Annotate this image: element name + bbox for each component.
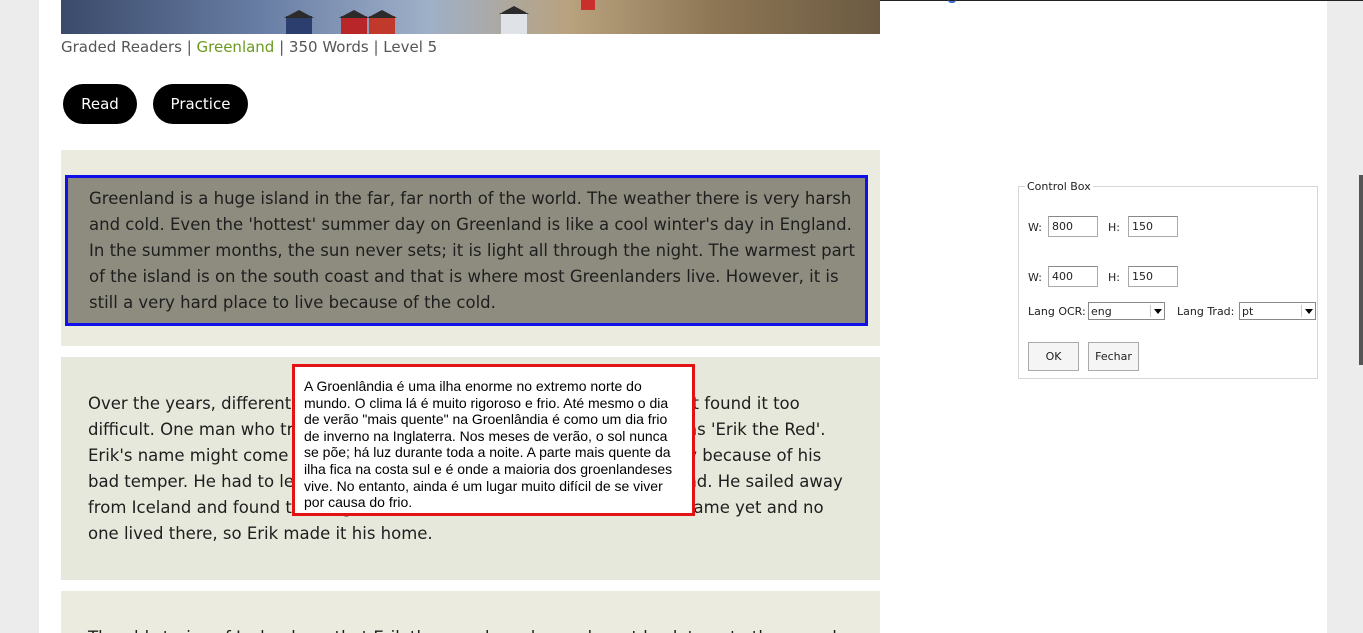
scrollbar-thumb[interactable]: [1359, 175, 1363, 365]
lang-trad-select[interactable]: pt: [1239, 302, 1316, 320]
lang-ocr-select[interactable]: eng: [1088, 302, 1165, 320]
lang-ocr-label: Lang OCR:: [1028, 305, 1086, 318]
read-button[interactable]: Read: [63, 84, 137, 124]
height-input-1[interactable]: 150: [1128, 216, 1178, 237]
house-shape: [284, 10, 314, 34]
chevron-down-icon: [1150, 305, 1162, 317]
width-input-1[interactable]: 800: [1048, 216, 1098, 237]
height-label: H:: [1108, 221, 1120, 234]
width-input-2[interactable]: 400: [1048, 266, 1098, 287]
height-label: H:: [1108, 271, 1120, 284]
chevron-down-icon: [1301, 305, 1313, 317]
width-label: W:: [1028, 271, 1042, 284]
height-input-2[interactable]: 150: [1128, 266, 1178, 287]
control-box: Control Box W: 800 H: 150 W: 400 H: 150 …: [1018, 180, 1318, 379]
paragraph-text: Greenland is a huge island in the far, f…: [89, 189, 855, 312]
ok-button[interactable]: OK: [1028, 342, 1079, 371]
breadcrumb: Graded Readers | Greenland | 350 Words |…: [61, 38, 437, 56]
ocr-selection-box[interactable]: Greenland is a huge island in the far, f…: [65, 175, 868, 326]
house-shape: [581, 0, 595, 10]
practice-button[interactable]: Practice: [153, 84, 248, 124]
paragraph-block: The old stories of Iceland say that Erik…: [61, 591, 880, 633]
translation-popup: A Groenlândia é uma ilha enorme no extre…: [292, 364, 695, 516]
breadcrumb-prefix: Graded Readers |: [61, 38, 197, 56]
lang-trad-label: Lang Trad:: [1177, 305, 1235, 318]
width-label: W:: [1028, 221, 1042, 234]
house-shape: [339, 10, 369, 34]
paragraph-text: The old stories of Iceland say that Erik…: [88, 625, 856, 633]
lang-trad-value: pt: [1242, 305, 1254, 318]
house-shape: [499, 6, 529, 34]
hero-image: [61, 0, 880, 34]
category-link[interactable]: Greenland: [197, 38, 275, 56]
breadcrumb-suffix: | 350 Words | Level 5: [274, 38, 438, 56]
close-button[interactable]: Fechar: [1088, 342, 1139, 371]
lang-ocr-value: eng: [1091, 305, 1112, 318]
control-box-title: Control Box: [1025, 180, 1093, 193]
house-shape: [367, 10, 397, 34]
